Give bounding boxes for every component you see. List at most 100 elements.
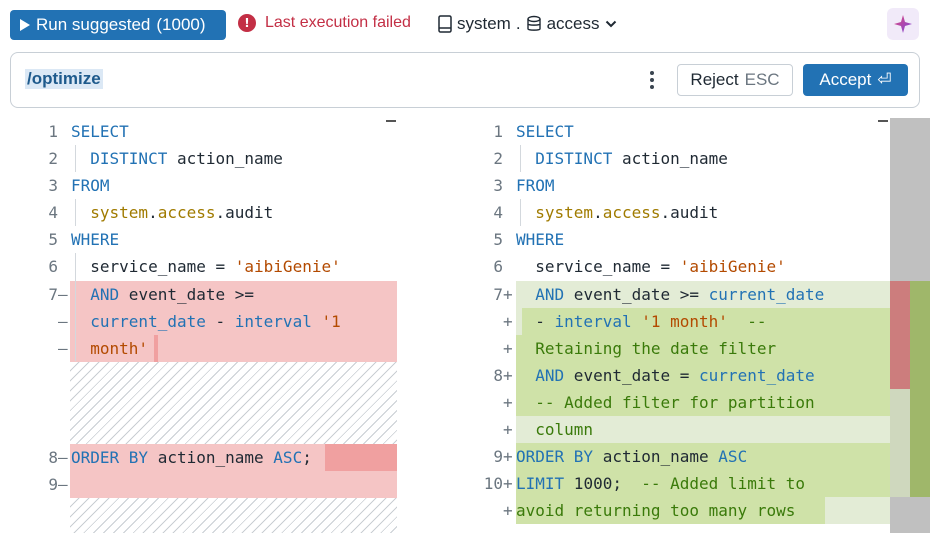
alignment-filler [70, 362, 397, 444]
diff-marker: + [503, 393, 513, 412]
code-token: SELECT [516, 122, 574, 141]
code-text: avoid returning too many rows [516, 497, 795, 524]
code-token: 1000; [564, 474, 642, 493]
editor-toolbar: Run suggested (1000) ! Last execution fa… [0, 0, 930, 50]
code-line[interactable]: 5 WHERE [0, 226, 402, 253]
code-token: access [602, 203, 661, 222]
code-token: .audit [215, 203, 274, 222]
code-text: Retaining the date filter [516, 335, 776, 362]
line-number: 8 [48, 448, 58, 467]
code-token: 'aibiGenie' [234, 257, 341, 276]
pane-divider [402, 118, 445, 533]
code-line[interactable]: 3 FROM [445, 172, 890, 199]
diff-marker: – [58, 339, 68, 358]
ruler-deleted-mark [890, 281, 910, 389]
assistant-button[interactable] [887, 8, 919, 40]
code-line[interactable]: 10 + LIMIT 1000; -- Added limit to [445, 470, 890, 497]
code-line[interactable]: + -- Added filter for partition [445, 389, 890, 416]
code-token: ASC [718, 447, 748, 466]
code-token: WHERE [71, 230, 120, 249]
line-number: 3 [493, 176, 503, 195]
line-number: 5 [48, 230, 58, 249]
code-line[interactable]: + - interval '1 month' -- [445, 308, 890, 335]
database-icon [526, 15, 541, 31]
line-number: 1 [48, 122, 58, 141]
code-line[interactable]: 4 system.access.audit [0, 199, 402, 226]
code-line[interactable]: 1 SELECT [0, 118, 402, 145]
code-token: DISTINCT [516, 149, 613, 168]
code-line[interactable]: – month' [0, 335, 402, 362]
code-text: DISTINCT action_name [516, 145, 728, 172]
code-token: SELECT [71, 122, 129, 141]
code-token: service_name = [71, 257, 235, 276]
code-token: -- Added filter for partition [516, 393, 815, 412]
code-token: ASC [273, 448, 303, 467]
sparkle-icon [894, 15, 912, 33]
accept-button[interactable]: Accept ⏎ [803, 64, 908, 96]
code-line[interactable]: 9 + ORDER BY action_name ASC [445, 443, 890, 470]
line-number: 9 [48, 475, 58, 494]
code-line[interactable]: 1 SELECT [445, 118, 890, 145]
code-line[interactable]: 6 service_name = 'aibiGenie' [445, 253, 890, 280]
code-text: service_name = 'aibiGenie' [516, 253, 785, 280]
code-token: current_date [71, 312, 206, 331]
code-token: AND [516, 285, 565, 304]
line-number: 9 [493, 447, 503, 466]
catalog-schema-selector[interactable]: system . access [438, 14, 617, 34]
code-line[interactable]: 3 FROM [0, 172, 402, 199]
code-token: AND [71, 285, 120, 304]
schema-name: access [546, 14, 600, 33]
code-line[interactable]: 4 system.access.audit [445, 199, 890, 226]
code-line[interactable]: + Retaining the date filter [445, 335, 890, 362]
code-token: column [516, 420, 594, 439]
play-icon [20, 19, 30, 31]
line-number: 5 [493, 230, 503, 249]
alignment-filler [70, 498, 397, 533]
indent-guide [75, 145, 76, 172]
code-token: LIMIT [516, 474, 565, 493]
line-number: 6 [48, 257, 58, 276]
suggested-code-pane[interactable]: 1 SELECT 2 DISTINCT action_name 3 FROM 4 syst… [445, 118, 890, 533]
code-token: FROM [71, 176, 110, 195]
more-options-icon[interactable] [647, 69, 657, 91]
code-text: WHERE [71, 226, 119, 253]
code-line[interactable]: 5 WHERE [445, 226, 890, 253]
code-line[interactable]: 6 service_name = 'aibiGenie' [0, 253, 402, 280]
assistant-prompt-bar: /optimize Reject ESC Accept ⏎ [10, 52, 920, 108]
code-token: month' [71, 339, 149, 358]
indent-guide [520, 199, 521, 226]
line-number: 2 [48, 149, 58, 168]
code-token: current_date [708, 285, 825, 304]
code-line[interactable]: 9– [0, 471, 402, 498]
original-code-pane[interactable]: 1 SELECT 2 DISTINCT action_name 3 FROM 4 syst… [0, 118, 402, 533]
reject-button[interactable]: Reject ESC [677, 64, 793, 96]
execution-status: ! Last execution failed [238, 14, 411, 32]
diff-marker: – [58, 448, 68, 467]
code-token: action_name [167, 149, 283, 168]
code-text: SELECT [516, 118, 574, 145]
indent-guide [75, 199, 76, 226]
code-token: ORDER BY [516, 447, 594, 466]
run-suggested-button[interactable]: Run suggested (1000) [10, 10, 226, 40]
reject-label: Reject [690, 70, 739, 89]
prompt-command[interactable]: /optimize [25, 69, 103, 89]
diff-marker: + [503, 366, 513, 385]
code-text: current_date - interval '1 [71, 308, 340, 335]
code-line[interactable]: – current_date - interval '1 [0, 308, 402, 335]
code-line[interactable]: 8– ORDER BY action_name ASC; [0, 444, 402, 471]
code-line[interactable]: + avoid returning too many rows [445, 497, 890, 524]
code-line[interactable]: + column [445, 416, 890, 443]
code-line[interactable]: 2 DISTINCT action_name [0, 145, 402, 172]
code-token: avoid returning too many rows [516, 501, 796, 520]
code-text: AND event_date >= [71, 281, 254, 308]
code-line[interactable]: 2 DISTINCT action_name [445, 145, 890, 172]
code-line[interactable]: 8 + AND event_date = current_date [445, 362, 890, 389]
line-number: 3 [48, 176, 58, 195]
code-line[interactable]: 7 + AND event_date >= current_date [445, 281, 890, 308]
code-token: event_date >= [119, 285, 255, 304]
code-token: system [516, 203, 594, 222]
code-token: WHERE [516, 230, 565, 249]
line-number: 10 [483, 474, 503, 493]
code-line[interactable]: 7– AND event_date >= [0, 281, 402, 308]
code-token: FROM [516, 176, 555, 195]
